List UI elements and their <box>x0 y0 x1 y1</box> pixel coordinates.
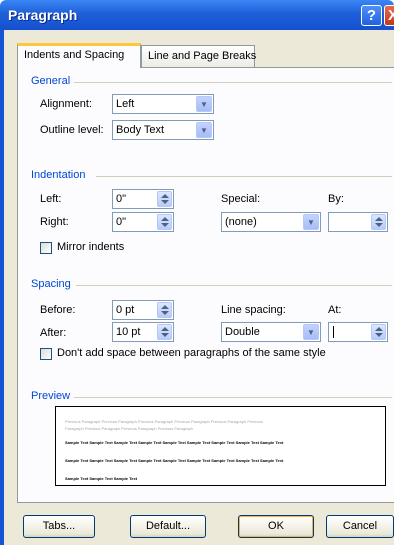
section-divider <box>74 82 392 83</box>
spacing-after-label: After: <box>40 327 67 339</box>
preview-sample-line: Sample Text Sample Text Sample Text Samp… <box>65 458 284 463</box>
general-section-title: General <box>31 75 71 87</box>
ok-button[interactable]: OK <box>238 515 314 538</box>
alignment-label: Alignment: <box>40 98 92 110</box>
spin-buttons[interactable] <box>371 214 386 230</box>
preview-sample-line: Sample Text Sample Text Sample Text <box>65 476 138 481</box>
preview-pane: Previous Paragraph Previous Paragraph Pr… <box>55 406 386 486</box>
chevron-down-icon[interactable]: ▼ <box>196 122 212 138</box>
indent-left-input[interactable]: 0" <box>112 189 174 209</box>
spin-buttons[interactable] <box>371 324 386 340</box>
tabs-button[interactable]: Tabs... <box>23 515 95 538</box>
mirror-indents-checkbox[interactable] <box>40 242 52 254</box>
at-input[interactable] <box>328 322 388 342</box>
spin-buttons[interactable] <box>157 302 172 318</box>
section-divider <box>76 285 392 286</box>
preview-section-title: Preview <box>31 390 71 402</box>
tab-label: Line and Page Breaks <box>148 50 257 62</box>
indentation-section-title: Indentation <box>31 169 86 181</box>
close-button[interactable]: X <box>384 5 394 26</box>
special-label: Special: <box>221 193 261 205</box>
preview-previous-line: Previous Paragraph Previous Paragraph Pr… <box>65 419 263 424</box>
spacing-before-input[interactable]: 0 pt <box>112 300 174 320</box>
default-button[interactable]: Default... <box>130 515 206 538</box>
spin-buttons[interactable] <box>157 191 172 207</box>
spin-buttons[interactable] <box>157 214 172 230</box>
alignment-select[interactable]: Left ▼ <box>112 94 214 114</box>
indent-right-value: 0" <box>116 216 127 228</box>
cancel-button[interactable]: Cancel <box>326 515 394 538</box>
preview-previous-line: Paragraph Previous Paragraph Previous Pa… <box>65 426 194 431</box>
alignment-value: Left <box>116 98 135 110</box>
special-select[interactable]: (none) ▼ <box>221 212 321 232</box>
indent-left-label: Left: <box>40 193 62 205</box>
section-divider <box>96 176 392 177</box>
by-label: By: <box>328 193 344 205</box>
spacing-section-title: Spacing <box>31 278 71 290</box>
preview-sample-line: Sample Text Sample Text Sample Text Samp… <box>65 440 284 445</box>
indent-right-input[interactable]: 0" <box>112 212 174 232</box>
indent-right-label: Right: <box>40 216 69 228</box>
line-spacing-value: Double <box>225 326 260 338</box>
special-value: (none) <box>225 216 257 228</box>
spacing-before-label: Before: <box>40 304 76 316</box>
line-spacing-label: Line spacing: <box>221 304 286 316</box>
chevron-down-icon[interactable]: ▼ <box>303 324 319 340</box>
by-input[interactable] <box>328 212 388 232</box>
help-button[interactable]: ? <box>361 5 382 26</box>
outline-level-value: Body Text <box>116 124 165 136</box>
dont-add-space-checkbox[interactable] <box>40 348 52 360</box>
tab-label: Indents and Spacing <box>24 49 125 61</box>
dont-add-space-label: Don't add space between paragraphs of th… <box>57 347 326 359</box>
tab-line-and-page-breaks[interactable]: Line and Page Breaks <box>141 45 257 67</box>
line-spacing-select[interactable]: Double ▼ <box>221 322 321 342</box>
spin-buttons[interactable] <box>157 324 172 340</box>
section-divider <box>74 397 392 398</box>
tab-indents-and-spacing[interactable]: Indents and Spacing <box>17 43 141 68</box>
mirror-indents-label: Mirror indents <box>57 241 125 253</box>
spacing-after-value: 10 pt <box>116 326 141 338</box>
window-title: Paragraph <box>8 7 78 23</box>
spacing-before-value: 0 pt <box>116 304 135 316</box>
text-cursor <box>333 326 334 339</box>
chevron-down-icon[interactable]: ▼ <box>196 96 212 112</box>
outline-level-label: Outline level: <box>40 124 104 136</box>
indent-left-value: 0" <box>116 193 127 205</box>
chevron-down-icon[interactable]: ▼ <box>303 214 319 230</box>
outline-level-select[interactable]: Body Text ▼ <box>112 120 214 140</box>
spacing-after-input[interactable]: 10 pt <box>112 322 174 342</box>
at-label: At: <box>328 304 342 316</box>
